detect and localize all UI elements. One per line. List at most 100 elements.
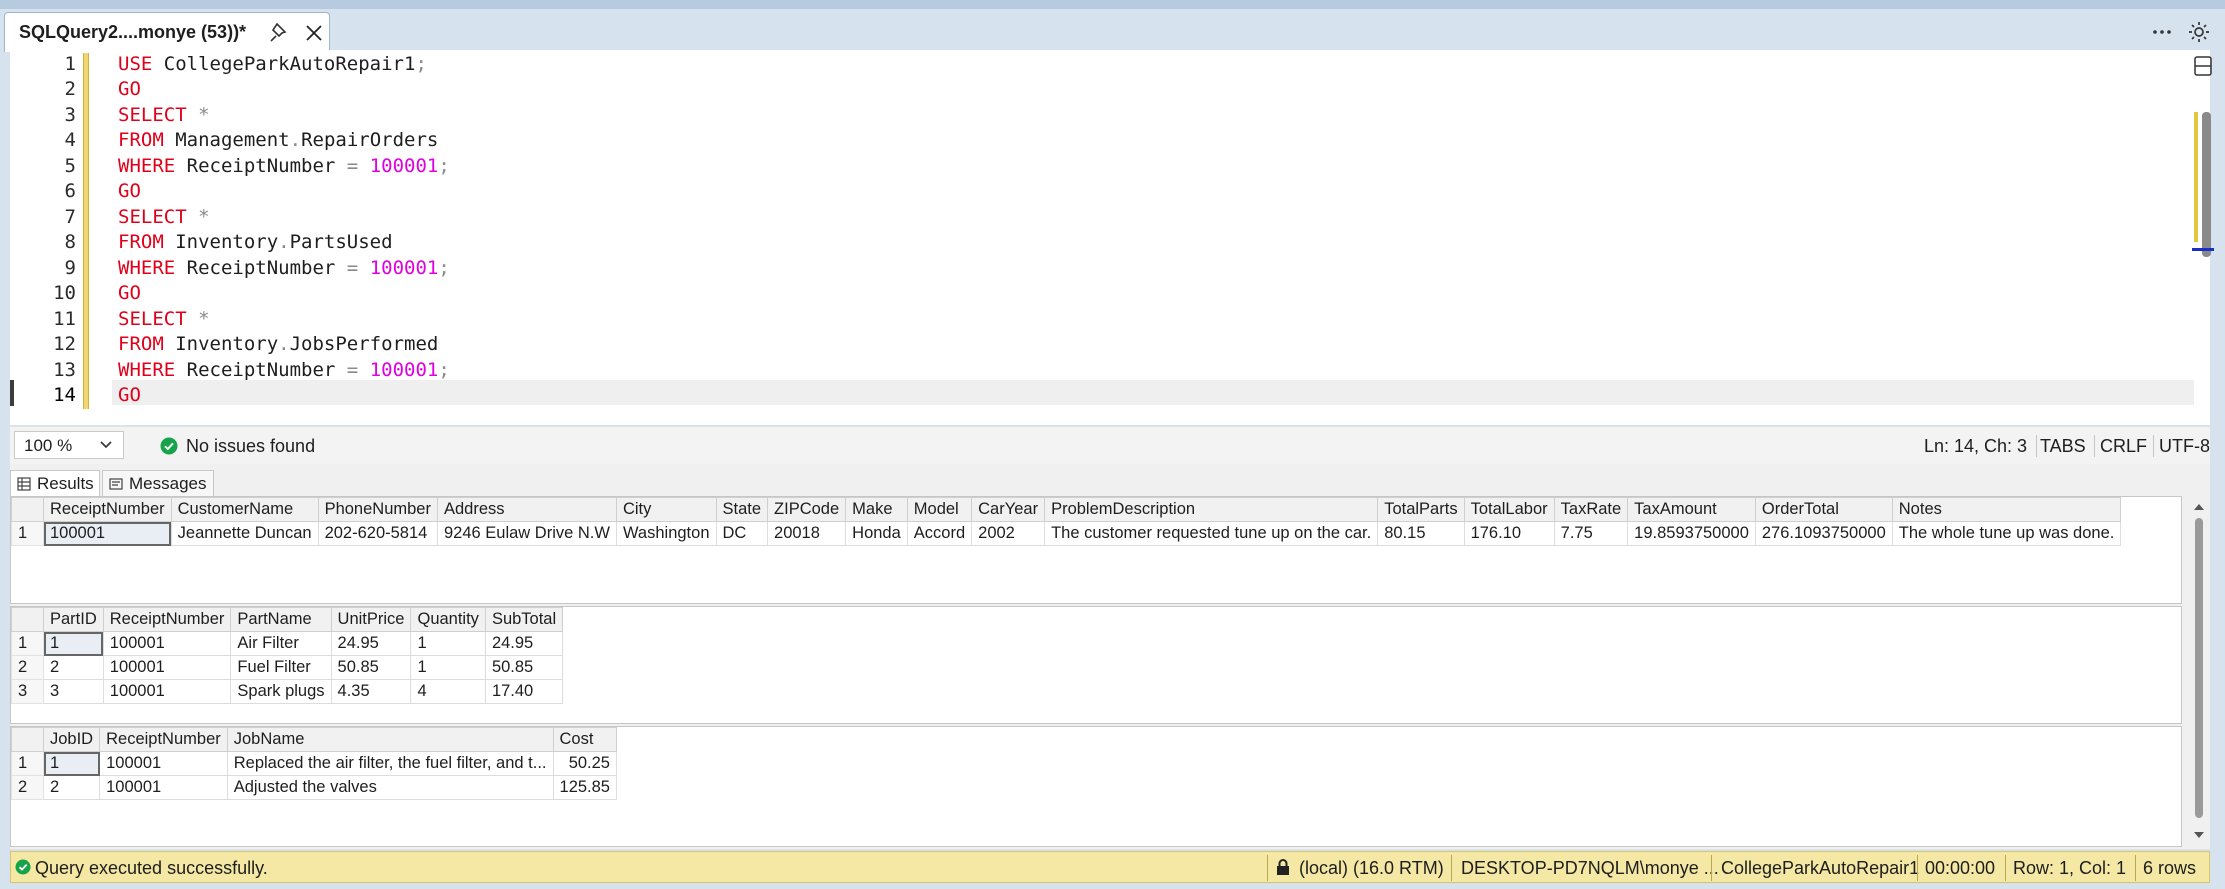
grid-cell[interactable]: 24.95 [330,631,412,656]
code-line-12[interactable]: FROM Inventory.JobsPerformed [118,333,438,355]
code-line-7[interactable]: SELECT * [118,206,210,228]
column-header[interactable]: CustomerName [170,497,319,522]
grid-cell[interactable]: 125.85 [552,775,617,800]
pin-icon[interactable] [267,19,293,47]
column-header[interactable]: ZIPCode [767,497,847,522]
split-editor-icon[interactable] [2192,54,2214,78]
code-line-3[interactable]: SELECT * [118,104,210,126]
grid-cell[interactable]: 2 [42,775,101,800]
grid-cell[interactable]: 176.10 [1463,521,1555,546]
column-header[interactable]: State [715,497,769,522]
results-scrollbar[interactable] [2190,498,2208,846]
code-line-13[interactable]: WHERE ReceiptNumber = 100001; [118,359,450,381]
column-header[interactable]: TaxRate [1553,497,1629,522]
row-number-cell[interactable]: 2 [11,775,44,800]
grid-cell[interactable]: Air Filter [230,631,332,656]
grid-cell[interactable]: 50.85 [484,655,564,680]
grid-cell[interactable]: Spark plugs [230,679,332,704]
code-line-2[interactable]: GO [118,78,141,100]
grid-cell[interactable]: 24.95 [484,631,564,656]
grid-cell[interactable]: 100001 [43,521,172,546]
grid-cell[interactable]: Adjusted the valves [226,775,554,800]
indent-mode[interactable]: TABS [2040,436,2086,457]
grid-cell[interactable]: 7.75 [1553,521,1629,546]
tab-results[interactable]: Results [10,470,100,496]
column-header[interactable]: JobName [226,727,554,752]
column-header[interactable]: PartID [43,607,104,632]
column-header[interactable]: Cost [552,727,617,752]
column-header[interactable]: City [615,497,717,522]
code-line-10[interactable]: GO [118,282,141,304]
code-line-6[interactable]: GO [118,180,141,202]
grid-cell[interactable]: 50.25 [552,751,617,776]
grid-corner-cell[interactable] [11,607,44,632]
issues-text[interactable]: No issues found [186,436,315,457]
grid-corner-cell[interactable] [11,497,44,522]
grid-cell[interactable]: 276.1093750000 [1754,521,1893,546]
line-endings[interactable]: CRLF [2100,436,2147,457]
cursor-position[interactable]: Ln: 14, Ch: 3 [1924,436,2027,457]
grid-cell[interactable]: Jeannette Duncan [170,521,319,546]
grid-cell[interactable]: 2 [43,655,104,680]
column-header[interactable]: UnitPrice [330,607,412,632]
code-line-11[interactable]: SELECT * [118,308,210,330]
result-grid-repair-orders[interactable]: ReceiptNumber CustomerName PhoneNumber Addr… [10,496,2182,604]
grid-cell[interactable]: 2002 [971,521,1046,546]
grid-cell[interactable]: Honda [845,521,908,546]
column-header[interactable]: ReceiptNumber [43,497,172,522]
close-tab-icon[interactable] [301,20,327,46]
grid-cell[interactable]: 20018 [767,521,847,546]
grid-cell[interactable]: 17.40 [484,679,564,704]
grid-cell[interactable]: 80.15 [1377,521,1465,546]
table-row[interactable]: 1 1 100001 Replaced the air filter, the fue… [11,751,617,776]
column-header[interactable]: JobID [42,727,101,752]
zoom-dropdown[interactable]: 100 % [14,431,124,459]
grid-cell[interactable]: 4 [410,679,486,704]
column-header[interactable]: Model [906,497,973,522]
grid-cell[interactable]: Washington [615,521,717,546]
grid-cell[interactable]: 9246 Eulaw Drive N.W [436,521,617,546]
grid-cell[interactable]: 100001 [99,751,228,776]
code-line-9[interactable]: WHERE ReceiptNumber = 100001; [118,257,450,279]
column-header[interactable]: ReceiptNumber [102,607,232,632]
column-header[interactable]: Notes [1891,497,2122,522]
query-editor[interactable]: 1 2 3 4 5 6 7 8 9 10 11 12 13 14 USE Col… [10,50,2214,425]
column-header[interactable]: OrderTotal [1754,497,1893,522]
row-number-cell[interactable]: 3 [11,679,44,704]
column-header[interactable]: PartName [230,607,332,632]
column-header[interactable]: SubTotal [484,607,564,632]
column-header[interactable]: ProblemDescription [1044,497,1379,522]
grid-cell[interactable]: 1 [410,655,486,680]
row-number-cell[interactable]: 2 [11,655,44,680]
grid-cell[interactable]: Accord [906,521,973,546]
grid-cell[interactable]: The customer requested tune up on the ca… [1044,521,1379,546]
grid-cell[interactable]: 100001 [99,775,228,800]
row-number-cell[interactable]: 1 [11,521,44,546]
column-header[interactable]: PhoneNumber [317,497,438,522]
editor-scrollbar[interactable] [2192,106,2214,306]
gear-icon[interactable] [2186,19,2212,45]
table-row[interactable]: 2 2 100001 Adjusted the valves 125.85 [11,775,617,800]
grid-cell[interactable]: 1 [42,751,101,776]
grid-cell[interactable]: DC [715,521,769,546]
code-line-14[interactable]: GO [118,384,141,406]
more-options-icon[interactable] [2148,18,2176,46]
column-header[interactable]: Quantity [410,607,486,632]
grid-table[interactable]: JobID ReceiptNumber JobName Cost 1 1 100001 Re… [11,727,617,800]
tab-messages[interactable]: Messages [102,470,214,496]
column-header[interactable]: TotalLabor [1463,497,1555,522]
column-header[interactable]: ReceiptNumber [99,727,228,752]
row-number-cell[interactable]: 1 [11,751,44,776]
grid-cell[interactable]: 50.85 [330,655,412,680]
grid-table[interactable]: ReceiptNumber CustomerName PhoneNumber Addr… [11,497,2122,546]
grid-cell[interactable]: 1 [43,631,104,656]
grid-cell[interactable]: 202-620-5814 [317,521,438,546]
result-grid-jobs-performed[interactable]: JobID ReceiptNumber JobName Cost 1 1 100001 Re… [10,726,2182,847]
column-header[interactable]: Address [436,497,617,522]
column-header[interactable]: Make [845,497,908,522]
grid-cell[interactable]: 100001 [102,679,232,704]
grid-cell[interactable]: 4.35 [330,679,412,704]
table-row[interactable]: 1 1 100001 Air Filter 24.95 1 24.95 [11,631,564,656]
grid-cell[interactable]: 100001 [102,655,232,680]
grid-cell[interactable]: 1 [410,631,486,656]
